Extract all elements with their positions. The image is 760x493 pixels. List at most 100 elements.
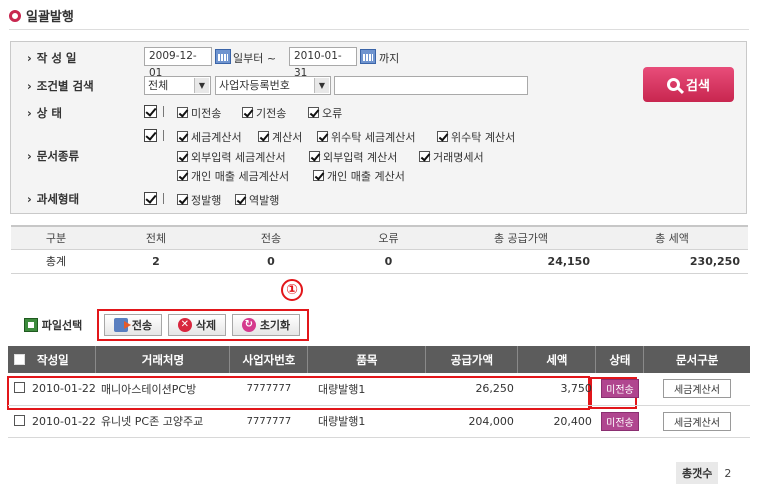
summary-row: 총계 2 0 0 24,150 230,250	[11, 249, 748, 274]
date-label: 작 성 일	[27, 50, 77, 66]
doc-type-consign-invoice[interactable]: 위수탁 계산서	[437, 129, 515, 145]
doc-type-button[interactable]: 세금계산서	[662, 411, 731, 431]
table-row[interactable]: 2010-01-22 유니넷 PC존 고양주교 7777777 대량발행1 20…	[8, 405, 750, 438]
tax-form-regular[interactable]: 정발행	[177, 192, 221, 208]
doc-type-tax-invoice[interactable]: 세금계산서	[177, 129, 242, 145]
title-divider	[9, 29, 749, 30]
column-header-company: 거래처명	[95, 346, 231, 373]
column-header-supply: 공급가액	[425, 346, 519, 373]
search-button-label: 검색	[686, 79, 710, 94]
summary-cell: 0	[331, 249, 446, 274]
doc-type-consign-tax-invoice[interactable]: 위수탁 세금계산서	[317, 129, 415, 145]
end-date-suffix: 까지	[379, 52, 400, 65]
checkbox[interactable]	[313, 170, 324, 181]
end-date-input[interactable]: 2010-01-31	[289, 47, 357, 79]
row-checkbox[interactable]	[14, 414, 25, 426]
checkbox[interactable]	[308, 107, 319, 118]
status-badge: 미전송	[601, 379, 639, 399]
annotation-marker-1: ①	[281, 279, 303, 301]
start-date-input[interactable]: 2009-12-01	[144, 47, 212, 79]
doc-type-button[interactable]: 세금계산서	[662, 379, 731, 399]
doc-type-label: 문서종류	[27, 148, 79, 164]
doc-type-external-tax-invoice[interactable]: 외부입력 세금계산서	[177, 149, 286, 165]
summary-cell: 0	[211, 249, 331, 274]
chevron-down-icon: ▼	[314, 78, 329, 93]
doc-type-statement[interactable]: 거래명세서	[419, 149, 484, 165]
checkbox[interactable]	[177, 151, 188, 162]
checkbox[interactable]	[309, 151, 320, 162]
delete-label: 삭제	[195, 319, 217, 332]
checkbox[interactable]	[258, 131, 269, 142]
search-button[interactable]: 검색	[643, 67, 734, 102]
status-option-unsent[interactable]: 미전송	[177, 105, 221, 121]
checkbox[interactable]	[177, 107, 188, 118]
total-count-label: 총갯수	[676, 462, 719, 484]
summary-cell: 24,150	[446, 249, 596, 274]
cell-item: 대량발행1	[307, 373, 426, 406]
checkbox[interactable]	[317, 131, 328, 142]
separator	[163, 130, 164, 141]
row-checkbox[interactable]	[14, 382, 25, 394]
summary-cell: 총계	[11, 249, 101, 274]
delete-icon: ✕	[177, 318, 192, 332]
status-badge: 미전송	[601, 411, 639, 431]
checkbox[interactable]	[177, 170, 188, 181]
checkbox[interactable]	[437, 131, 448, 142]
column-header-date: 작성일	[8, 346, 97, 373]
calendar-icon[interactable]	[360, 49, 376, 64]
checkbox[interactable]	[419, 151, 430, 162]
summary-header: 전체	[101, 225, 211, 250]
summary-header: 오류	[331, 225, 446, 250]
cell-biz-no: 7777777	[229, 373, 308, 406]
column-header-doc-type: 문서구분	[643, 346, 750, 373]
total-count: 총갯수 2	[676, 462, 737, 484]
cell-date: 2010-01-22	[8, 405, 96, 438]
column-header-biz-no: 사업자번호	[229, 346, 309, 373]
cell-status: 미전송	[595, 405, 644, 438]
search-field-select[interactable]: 사업자등록번호 ▼	[215, 76, 331, 95]
table-row[interactable]: 2010-01-22 매니아스테이션PC방 7777777 대량발행1 26,2…	[8, 373, 750, 406]
cell-supply: 204,000	[425, 405, 518, 438]
status-option-error[interactable]: 오류	[308, 105, 342, 121]
doc-type-personal-tax-invoice[interactable]: 개인 매출 세금계산서	[177, 168, 289, 184]
send-icon	[113, 318, 131, 332]
cell-tax: 3,750	[517, 373, 596, 406]
column-header-item: 품목	[307, 346, 427, 373]
cell-doc-type: 세금계산서	[643, 373, 750, 406]
status-option-sent[interactable]: 기전송	[242, 105, 286, 121]
send-label: 전송	[131, 319, 153, 332]
checkbox[interactable]	[177, 131, 188, 142]
tax-form-reverse[interactable]: 역발행	[235, 192, 279, 208]
checkbox[interactable]	[242, 107, 253, 118]
file-select-button[interactable]: 파일선택	[12, 314, 94, 336]
search-scope-select[interactable]: 전체 ▼	[144, 76, 211, 95]
delete-button[interactable]: ✕ 삭제	[168, 314, 226, 336]
search-input[interactable]	[334, 76, 528, 95]
doc-type-external-invoice[interactable]: 외부입력 계산서	[309, 149, 397, 165]
send-button[interactable]: 전송	[104, 314, 162, 336]
checkbox[interactable]	[177, 194, 188, 205]
column-header-status: 상태	[595, 346, 645, 373]
reset-button[interactable]: ↻ 초기화	[232, 314, 300, 336]
column-header-tax: 세액	[517, 346, 597, 373]
doc-type-all-checkbox[interactable]	[144, 129, 157, 142]
select-all-checkbox[interactable]	[14, 353, 25, 365]
status-label: 상 태	[27, 105, 62, 121]
cell-date: 2010-01-22	[8, 373, 96, 406]
condition-search-label: 조건별 검색	[27, 78, 94, 94]
document-grid: 작성일 거래처명 사업자번호 품목 공급가액 세액 상태 문서구분 2010-0…	[8, 346, 750, 438]
page-title: 일괄발행	[9, 6, 74, 25]
checkbox[interactable]	[235, 194, 246, 205]
cell-status: 미전송	[595, 373, 644, 406]
summary-cell: 2	[101, 249, 211, 274]
summary-table: 구분 전체 전송 오류 총 공급가액 총 세액 총계 2 0 0 24,150 …	[11, 225, 748, 274]
cell-biz-no: 7777777	[229, 405, 308, 438]
file-select-label: 파일선택	[41, 319, 83, 332]
doc-type-invoice[interactable]: 계산서	[258, 129, 302, 145]
separator	[163, 193, 164, 204]
calendar-icon[interactable]	[215, 49, 231, 64]
doc-type-personal-invoice[interactable]: 개인 매출 계산서	[313, 168, 405, 184]
search-scope-value: 전체	[148, 79, 169, 92]
status-all-checkbox[interactable]	[144, 105, 157, 118]
tax-form-all-checkbox[interactable]	[144, 192, 157, 205]
